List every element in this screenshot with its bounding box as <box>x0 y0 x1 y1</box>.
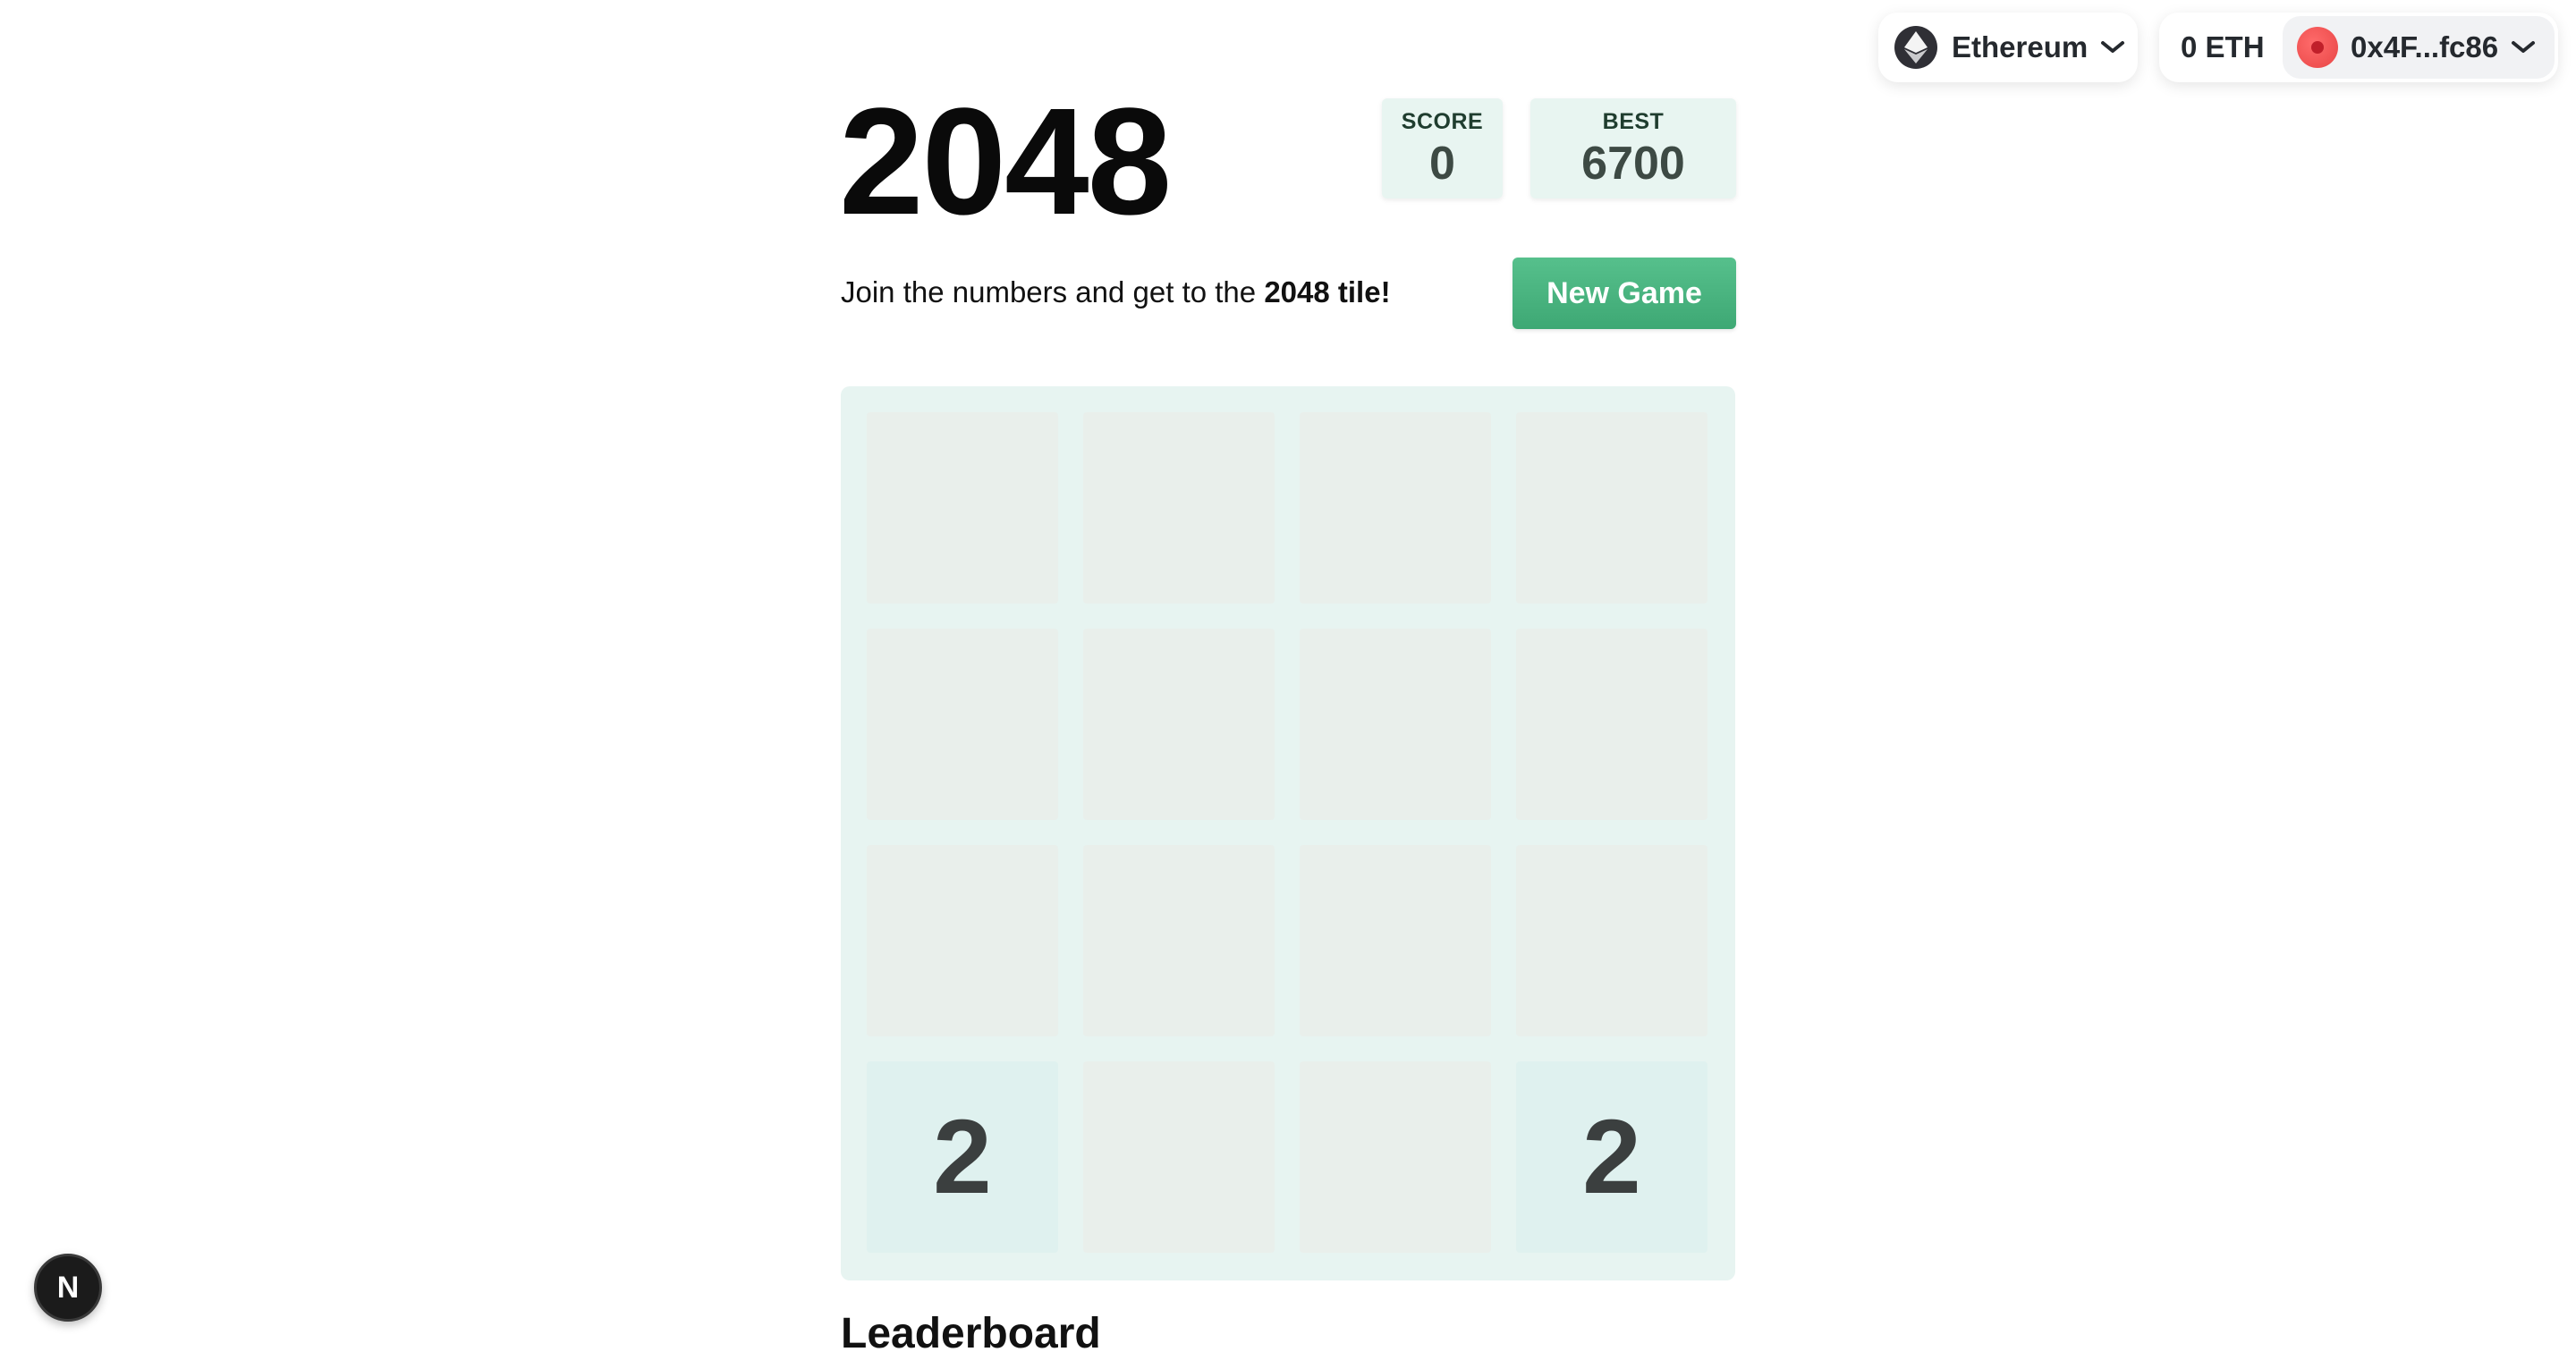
empty-cell <box>1083 845 1275 1036</box>
empty-cell <box>1083 412 1275 604</box>
empty-cell <box>1300 412 1491 604</box>
empty-cell <box>867 629 1058 820</box>
wallet-address: 0x4F...fc86 <box>2351 30 2499 63</box>
empty-cell <box>1516 629 1707 820</box>
game-board[interactable]: 22 <box>841 386 1735 1280</box>
ethereum-icon <box>1894 26 1937 69</box>
best-value: 6700 <box>1581 137 1685 190</box>
score-label: SCORE <box>1401 108 1484 134</box>
avatar <box>2297 27 2338 68</box>
empty-cell <box>1300 845 1491 1036</box>
empty-cell <box>1516 845 1707 1036</box>
tile: 2 <box>1516 1061 1707 1253</box>
game-intro: Join the numbers and get to the 2048 til… <box>841 275 1391 309</box>
account-panel: 0 ETH 0x4F...fc86 <box>2159 13 2558 82</box>
dev-tools-badge[interactable]: N <box>34 1254 102 1322</box>
network-selector-button[interactable]: Ethereum <box>1878 13 2138 82</box>
empty-cell <box>1083 629 1275 820</box>
score-box: SCORE 0 <box>1382 98 1503 199</box>
empty-cell <box>1083 1061 1275 1253</box>
best-score-box: BEST 6700 <box>1530 98 1736 199</box>
score-value: 0 <box>1429 137 1455 190</box>
empty-cell <box>1300 629 1491 820</box>
chevron-down-icon <box>2511 39 2536 55</box>
page: Ethereum 0 ETH 0x4F...fc86 2048 SCORE 0 … <box>0 0 2576 1352</box>
network-label: Ethereum <box>1952 30 2089 63</box>
empty-cell <box>867 412 1058 604</box>
empty-cell <box>1516 412 1707 604</box>
account-button[interactable]: 0x4F...fc86 <box>2283 16 2555 79</box>
chevron-down-icon <box>2100 39 2125 55</box>
new-game-button[interactable]: New Game <box>1513 258 1736 329</box>
best-label: BEST <box>1602 108 1665 134</box>
intro-bold: 2048 tile! <box>1264 275 1391 308</box>
intro-text: Join the numbers and get to the <box>841 275 1265 308</box>
leaderboard-heading: Leaderboard <box>841 1310 1101 1352</box>
eth-balance: 0 ETH <box>2181 30 2265 63</box>
empty-cell <box>1300 1061 1491 1253</box>
empty-cell <box>867 845 1058 1036</box>
game-title: 2048 <box>839 77 1172 247</box>
tile: 2 <box>867 1061 1058 1253</box>
avatar-dot <box>2311 41 2324 54</box>
